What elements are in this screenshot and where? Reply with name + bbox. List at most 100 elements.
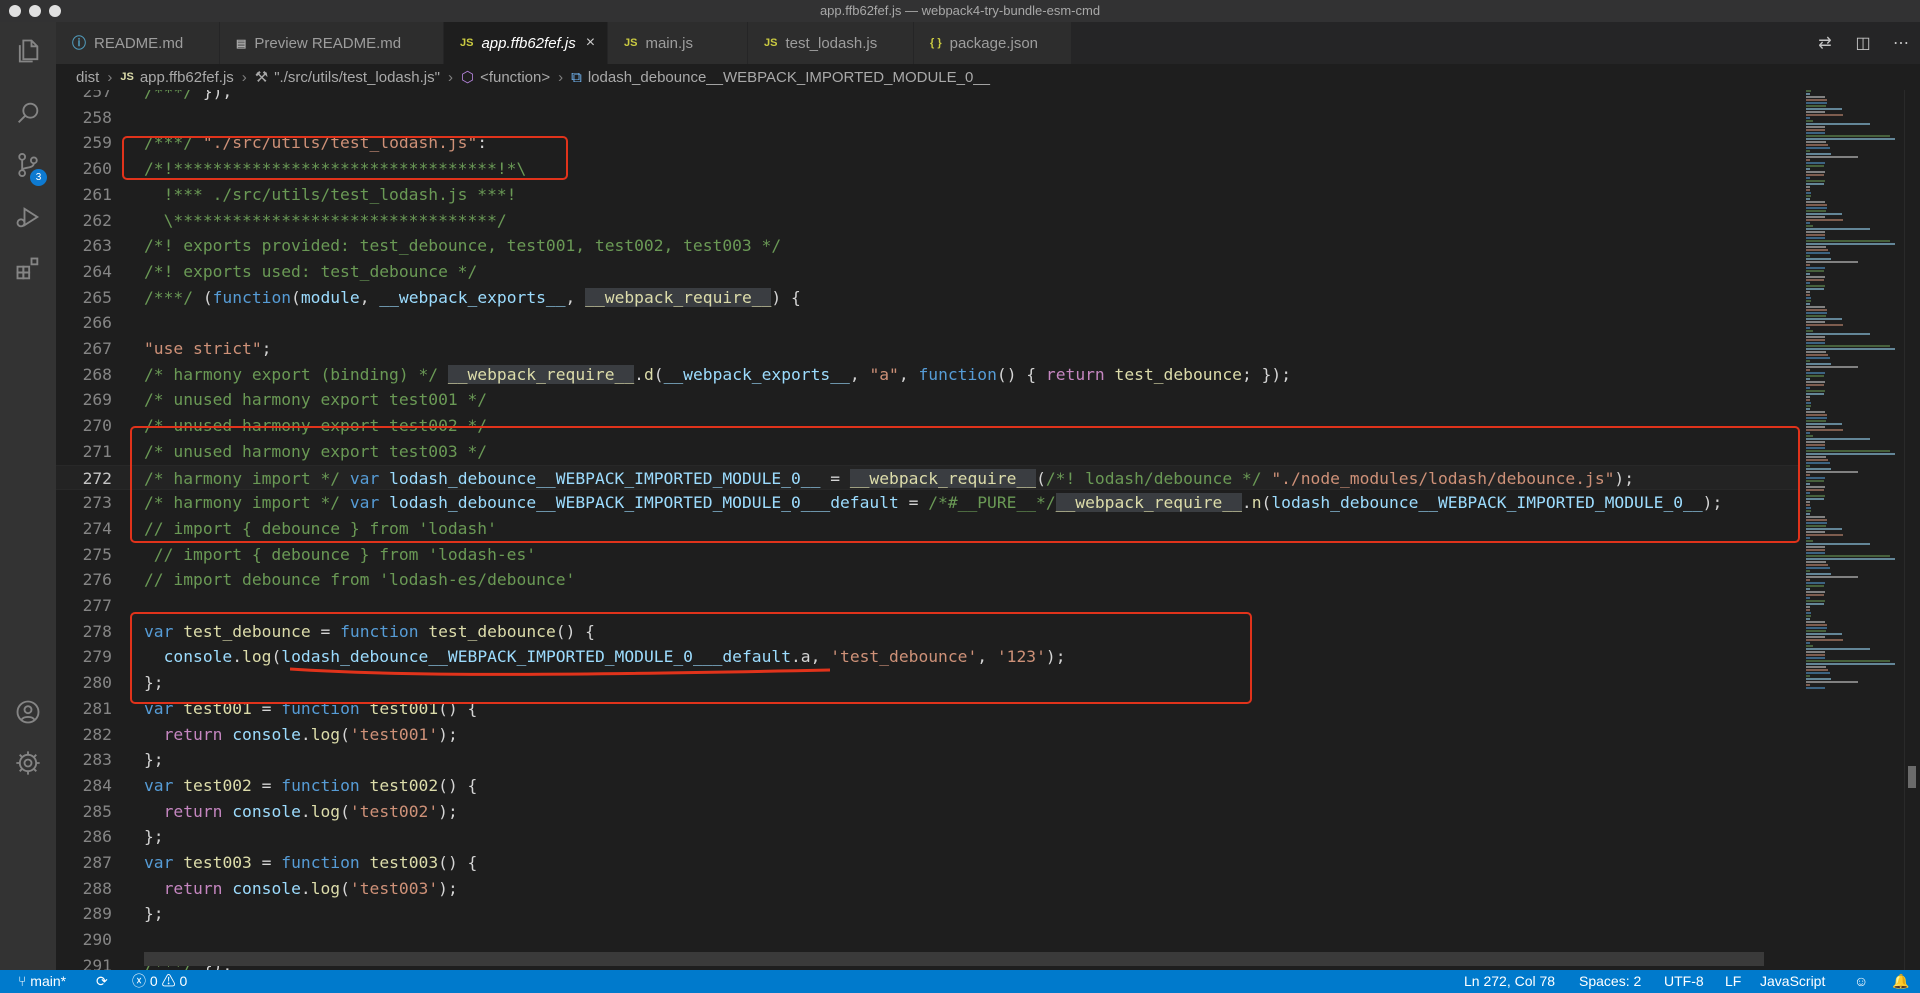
code-line[interactable]: 282 return console.log('test001');: [56, 722, 1800, 747]
code-line[interactable]: 257 /***/ }),: [56, 90, 1800, 104]
minimap-line: [1806, 489, 1824, 491]
breadcrumb-item[interactable]: app.ffb62fef.js: [140, 69, 234, 86]
minimap-line: [1806, 192, 1811, 194]
minimap-line: [1806, 372, 1825, 374]
language-mode[interactable]: JavaScript: [1760, 970, 1825, 993]
minimap-line: [1806, 141, 1826, 143]
tab-test-lodash-js[interactable]: JS test_lodash.js: [748, 22, 914, 64]
code-line[interactable]: 258: [56, 105, 1800, 130]
code-line[interactable]: 280};: [56, 670, 1800, 695]
code-line[interactable]: 268 /* harmony export (binding) */ __webp…: [56, 362, 1800, 387]
breadcrumb-item[interactable]: <function>: [480, 69, 550, 86]
code-line[interactable]: 285 return console.log('test002');: [56, 799, 1800, 824]
tab-package-json[interactable]: { } package.json: [914, 22, 1072, 64]
code-line[interactable]: 288 return console.log('test003');: [56, 876, 1800, 901]
problems-indicator[interactable]: ⓧ 0 ⚠ 0: [132, 970, 187, 993]
explorer-button[interactable]: [0, 26, 56, 76]
code-line[interactable]: 276 // import debounce from 'lodash-es/de…: [56, 567, 1800, 592]
minimap-line: [1806, 480, 1824, 482]
code-line[interactable]: 269 /* unused harmony export test001 */: [56, 387, 1800, 412]
extensions-button[interactable]: [0, 244, 56, 294]
code-line[interactable]: 284 var test002 = function test002() {: [56, 773, 1800, 798]
accounts-button[interactable]: [0, 687, 56, 737]
code-line[interactable]: 261 !*** ./src/utils/test_lodash.js ***!: [56, 182, 1800, 207]
search-button[interactable]: [0, 88, 56, 138]
code-line[interactable]: 281 var test001 = function test001() {: [56, 696, 1800, 721]
minimap-line: [1806, 582, 1825, 584]
code-line[interactable]: 286};: [56, 824, 1800, 849]
code-line[interactable]: 275 // import { debounce } from 'lodash-…: [56, 542, 1800, 567]
code-line[interactable]: 263 /*! exports provided: test_debounce, …: [56, 233, 1800, 258]
horizontal-scrollbar[interactable]: [144, 952, 1764, 966]
code-line[interactable]: 267 "use strict";: [56, 336, 1800, 361]
code-line[interactable]: 264 /*! exports used: test_debounce */: [56, 259, 1800, 284]
open-changes-icon[interactable]: ⇄: [1806, 33, 1844, 53]
scrollbar-thumb[interactable]: [1908, 766, 1916, 788]
minimap-line: [1806, 393, 1824, 395]
minimap-line: [1806, 219, 1843, 221]
code-line[interactable]: 289};: [56, 901, 1800, 926]
minimap[interactable]: [1800, 90, 1904, 970]
code-line[interactable]: 262 \*********************************/: [56, 208, 1800, 233]
more-actions-icon[interactable]: ⋯: [1882, 33, 1920, 53]
split-editor-icon[interactable]: ◫: [1844, 33, 1882, 53]
manage-button[interactable]: [0, 738, 56, 788]
code-line[interactable]: 260 /*!*********************************!…: [56, 156, 1800, 181]
minimap-line: [1806, 387, 1810, 389]
code-line[interactable]: 270 /* unused harmony export test002 */: [56, 413, 1800, 438]
minimap-line: [1806, 540, 1814, 542]
breadcrumb-item[interactable]: lodash_debounce__WEBPACK_IMPORTED_MODULE…: [588, 69, 990, 86]
minimap-line: [1806, 474, 1810, 476]
encoding[interactable]: UTF-8: [1664, 970, 1704, 993]
source-control-button[interactable]: 3: [0, 140, 56, 190]
line-number: 287: [82, 853, 112, 872]
close-icon[interactable]: ×: [586, 34, 595, 52]
code-line[interactable]: 290: [56, 927, 1800, 952]
code-line[interactable]: 259 /***/ "./src/utils/test_lodash.js":: [56, 130, 1800, 155]
minimap-line: [1806, 360, 1810, 362]
tab-app-js[interactable]: JS app.ffb62fef.js ×: [444, 22, 608, 64]
breadcrumb-item[interactable]: "./src/utils/test_lodash.js": [274, 69, 440, 86]
minimap-line: [1806, 207, 1827, 209]
code-line[interactable]: 277: [56, 593, 1800, 618]
minimap-line: [1806, 669, 1828, 671]
minimap-line: [1806, 570, 1810, 572]
run-debug-button[interactable]: [0, 192, 56, 242]
line-number: 258: [82, 107, 112, 127]
code-line[interactable]: 279 console.log(lodash_debounce__WEBPACK…: [56, 644, 1800, 669]
code-text: /* unused harmony export test001 */: [144, 390, 488, 410]
minimap-line: [1806, 657, 1826, 659]
tab-preview-readme[interactable]: ▤ Preview README.md: [220, 22, 444, 64]
minimap-line: [1806, 498, 1824, 500]
code-line[interactable]: 287 var test003 = function test003() {: [56, 850, 1800, 875]
code-line[interactable]: 283};: [56, 747, 1800, 772]
minimap-line: [1806, 243, 1895, 245]
minimap-line: [1806, 477, 1825, 479]
code-editor[interactable]: 257 /***/ }), 258 259 /***/ "./src/utils/tes…: [56, 90, 1800, 970]
minimap-line: [1806, 543, 1871, 545]
code-line[interactable]: 266: [56, 310, 1800, 335]
end-of-line[interactable]: LF: [1725, 970, 1741, 993]
feedback-icon[interactable]: ☺: [1854, 970, 1868, 993]
code-line[interactable]: 272 /* harmony import */ var lodash_debou…: [56, 464, 1800, 490]
cursor-position[interactable]: Ln 272, Col 78: [1464, 970, 1555, 993]
minimap-line: [1806, 546, 1826, 548]
breadcrumb-item[interactable]: dist: [76, 69, 99, 86]
tab-main-js[interactable]: JS main.js: [608, 22, 748, 64]
sync-icon[interactable]: ⟳: [96, 970, 108, 993]
notifications-icon[interactable]: 🔔: [1892, 970, 1909, 993]
tab-readme[interactable]: ⓘ README.md: [56, 22, 220, 64]
minimap-line: [1806, 204, 1828, 206]
code-line[interactable]: 265 /***/ (function(module, __webpack_exp…: [56, 285, 1800, 310]
code-line[interactable]: 274 // import { debounce } from 'lodash': [56, 516, 1800, 541]
code-line[interactable]: 271 /* unused harmony export test003 */: [56, 439, 1800, 464]
vertical-scrollbar[interactable]: [1904, 90, 1920, 970]
code-line[interactable]: 278 var test_debounce = function test_deb…: [56, 619, 1800, 644]
line-number: 281: [82, 698, 112, 718]
indentation[interactable]: Spaces: 2: [1579, 970, 1641, 993]
minimap-line: [1806, 660, 1890, 662]
activity-bar: 3: [0, 22, 56, 970]
minimap-line: [1806, 282, 1810, 284]
code-line[interactable]: 273 /* harmony import */ var lodash_debou…: [56, 490, 1800, 515]
git-branch[interactable]: ⑂ main*: [18, 970, 66, 993]
